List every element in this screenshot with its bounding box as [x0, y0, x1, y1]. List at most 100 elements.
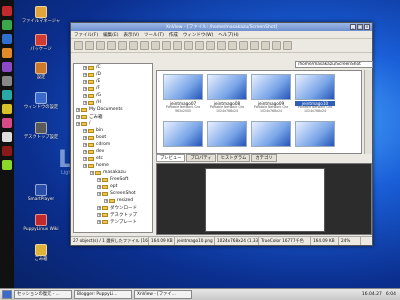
move-icon[interactable]: [250, 41, 259, 50]
purple-app-icon[interactable]: [2, 62, 12, 72]
desktop-icon[interactable]: デスクトップ設定: [14, 122, 68, 140]
tree-node[interactable]: + My Documents: [74, 106, 152, 113]
tab-preview-1[interactable]: プロパティ: [186, 154, 216, 162]
path-input[interactable]: /home/masakazu/ScreenShot: [295, 61, 373, 68]
tree-node[interactable]: + /G: [74, 92, 152, 99]
expand-icon[interactable]: +: [76, 114, 80, 119]
tree-node[interactable]: + opt: [74, 183, 152, 190]
expand-icon[interactable]: +: [76, 121, 80, 126]
open-icon[interactable]: [162, 41, 171, 50]
taskbar-item[interactable]: セッションの復元 - ...: [14, 290, 72, 299]
scan-icon[interactable]: [195, 41, 204, 50]
desktop-icon[interactable]: ファイルマネージャ: [14, 6, 68, 24]
expand-icon[interactable]: +: [83, 72, 87, 77]
title-bar[interactable]: XnView - [ファイル: /home/masakazu/ScreenSho…: [71, 23, 372, 31]
red-app-icon[interactable]: [2, 6, 12, 16]
menu-item[interactable]: 表示(V): [123, 32, 139, 38]
tree-node[interactable]: + masakazu: [74, 169, 152, 176]
thumbnail[interactable]: jeintmago08 Portable Network Gra 1024x768x…: [207, 74, 247, 114]
expand-icon[interactable]: +: [83, 149, 87, 154]
tree-node[interactable]: + resized: [74, 197, 152, 204]
maximize-button[interactable]: □: [357, 24, 363, 30]
tree-node[interactable]: + etc: [74, 155, 152, 162]
tab-preview-3[interactable]: カテゴリ: [251, 154, 277, 162]
tree-node[interactable]: + /H: [74, 99, 152, 106]
tree-node[interactable]: + home: [74, 162, 152, 169]
tree-node[interactable]: + ダウンロード: [74, 204, 152, 211]
delete-icon[interactable]: [228, 41, 237, 50]
home-icon[interactable]: [107, 41, 116, 50]
desktop-icon[interactable]: ごみ箱: [14, 244, 68, 262]
thumbnail[interactable]: [207, 121, 247, 153]
tree-node[interactable]: + /D: [74, 71, 152, 78]
rename-icon[interactable]: [217, 41, 226, 50]
expand-icon[interactable]: +: [83, 142, 87, 147]
filter-icon[interactable]: [261, 41, 270, 50]
desktop-icon[interactable]: SmartPlayer: [14, 184, 68, 202]
white-app-icon[interactable]: [2, 132, 12, 142]
print-icon[interactable]: [184, 41, 193, 50]
green-app-icon[interactable]: [2, 20, 12, 30]
expand-icon[interactable]: +: [104, 198, 108, 203]
expand-icon[interactable]: +: [97, 177, 101, 182]
tree-node[interactable]: + ごみ箱: [74, 113, 152, 120]
orange-app-icon[interactable]: [2, 48, 12, 58]
thumbnail[interactable]: jeintmago09 Portable Network Gra 1024x768x…: [251, 74, 291, 114]
expand-icon[interactable]: +: [83, 86, 87, 91]
tab-preview-0[interactable]: プレビュー: [156, 154, 186, 162]
view-icon[interactable]: [129, 41, 138, 50]
thumbnail[interactable]: jeintmago10 Portable Network Gra 1024x768x…: [295, 74, 335, 114]
desktop-icon[interactable]: パッケージ: [14, 34, 68, 52]
expand-icon[interactable]: +: [97, 219, 101, 224]
save-icon[interactable]: [173, 41, 182, 50]
copy-icon[interactable]: [239, 41, 248, 50]
refresh-icon[interactable]: [118, 41, 127, 50]
expand-icon[interactable]: +: [97, 205, 101, 210]
gray-app-icon[interactable]: [2, 76, 12, 86]
expand-icon[interactable]: +: [83, 156, 87, 161]
expand-icon[interactable]: +: [83, 79, 87, 84]
close-button[interactable]: ×: [364, 24, 370, 30]
tree-node[interactable]: + /E: [74, 78, 152, 85]
expand-icon[interactable]: +: [83, 163, 87, 168]
menu-button[interactable]: [2, 290, 12, 299]
expand-icon[interactable]: +: [83, 128, 87, 133]
desktop-icon[interactable]: PuppyLinux Wiki: [14, 214, 68, 232]
tree-node[interactable]: + デスクトップ: [74, 211, 152, 218]
menu-item[interactable]: ツール(T): [144, 32, 164, 38]
pink-app-icon[interactable]: [2, 118, 12, 128]
sort-icon[interactable]: [272, 41, 281, 50]
options-icon[interactable]: [283, 41, 292, 50]
taskbar-item[interactable]: XnView - [ファイ...: [134, 290, 192, 299]
blue-app-icon[interactable]: [2, 34, 12, 44]
tree-node[interactable]: + cdrom: [74, 141, 152, 148]
folder-tree[interactable]: +/C +/D +/E +/F +/G +/H + My Documents + ごみ箱 + / + bi…: [73, 63, 153, 233]
minimize-button[interactable]: _: [350, 24, 356, 30]
lime-app-icon[interactable]: [2, 160, 12, 170]
tree-node[interactable]: + dev: [74, 148, 152, 155]
taskbar-item[interactable]: Blogger: PuppyLi...: [74, 290, 132, 299]
tree-node[interactable]: + bin: [74, 127, 152, 134]
back-icon[interactable]: [74, 41, 83, 50]
expand-icon[interactable]: +: [97, 212, 101, 217]
thumbnail[interactable]: [295, 121, 335, 153]
expand-icon[interactable]: +: [76, 107, 80, 112]
tree-node[interactable]: + /C: [74, 64, 152, 71]
fullscreen-icon[interactable]: [140, 41, 149, 50]
tree-node[interactable]: + FreeSoft: [74, 176, 152, 183]
menu-item[interactable]: ウィンドウ(W): [183, 32, 213, 38]
convert-icon[interactable]: [206, 41, 215, 50]
expand-icon[interactable]: +: [97, 191, 101, 196]
menu-item[interactable]: ヘルプ(H): [218, 32, 238, 38]
tree-node[interactable]: + /F: [74, 85, 152, 92]
teal-app-icon[interactable]: [2, 90, 12, 100]
expand-icon[interactable]: +: [83, 135, 87, 140]
tree-node[interactable]: + ScreenShot: [74, 190, 152, 197]
forward-icon[interactable]: [85, 41, 94, 50]
yellow-app-icon[interactable]: [2, 104, 12, 114]
menu-item[interactable]: ファイル(F): [74, 32, 98, 38]
slideshow-icon[interactable]: [151, 41, 160, 50]
tree-node[interactable]: + テンプレート: [74, 218, 152, 225]
dark-red-app-icon[interactable]: [2, 146, 12, 156]
thumbnail-scrollbar[interactable]: [364, 70, 372, 154]
